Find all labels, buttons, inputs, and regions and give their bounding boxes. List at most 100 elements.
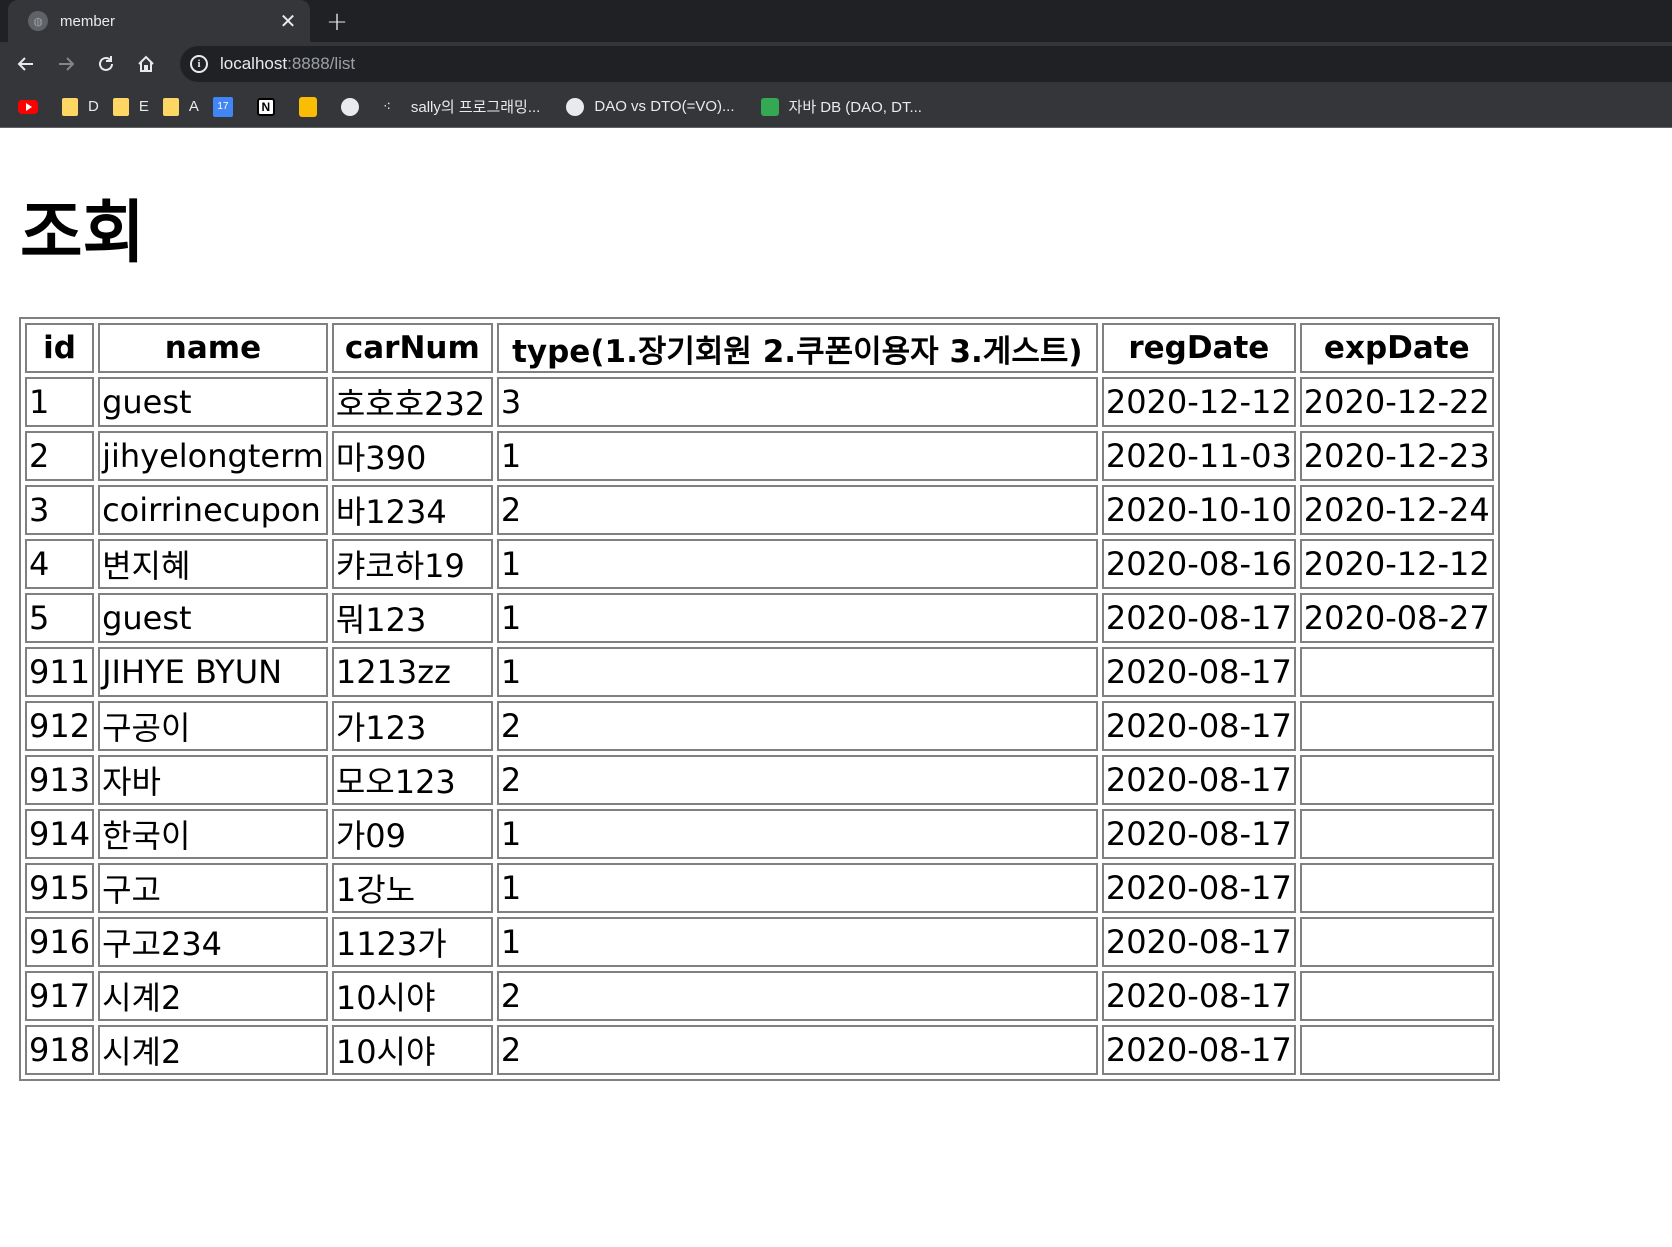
bookmark-label: E: [138, 98, 149, 115]
cell-id: 912: [25, 701, 95, 751]
notion-icon: N: [256, 97, 275, 116]
bookmark-label: DAO vs DTO(=VO)...: [594, 98, 735, 115]
bookmark-keep[interactable]: [298, 91, 327, 123]
bookmark-label: sally의 프로그래밍...: [410, 99, 541, 116]
bookmark-label: A: [188, 98, 199, 115]
cell-carnum: 가123: [331, 701, 493, 751]
table-row: 911 JIHYE BYUN 1213zz 1 2020-08-17: [25, 647, 1494, 697]
cell-id: 4: [25, 539, 95, 589]
cell-regdate: 2020-08-17: [1101, 1025, 1296, 1075]
cell-regdate: 2020-08-17: [1101, 917, 1296, 967]
bookmark-folder-d[interactable]: D: [62, 91, 99, 123]
table-row: 4 변지혜 캬코하19 1 2020-08-16 2020-12-12: [25, 539, 1494, 589]
cell-expdate: 2020-12-12: [1299, 539, 1494, 589]
cell-name: 구공이: [98, 701, 328, 751]
bookmark-dao-dto[interactable]: DAO vs DTO(=VO)...: [566, 91, 735, 123]
home-button[interactable]: [126, 44, 166, 84]
back-button[interactable]: [6, 44, 46, 84]
table-row: 917 시계2 10시야 2 2020-08-17: [25, 971, 1494, 1021]
tab-strip: ◍ member ✕ +: [0, 0, 1672, 42]
table-row: 913 자바 모오123 2 2020-08-17: [25, 755, 1494, 805]
cell-name: 변지혜: [98, 539, 328, 589]
cell-carnum: 마390: [331, 431, 493, 481]
cell-carnum: 1강노: [331, 863, 493, 913]
table-row: 914 한국이 가09 1 2020-08-17: [25, 809, 1494, 859]
cell-expdate: [1299, 755, 1494, 805]
close-icon[interactable]: ✕: [276, 9, 300, 33]
cell-id: 916: [25, 917, 95, 967]
tab-member[interactable]: ◍ member ✕: [8, 0, 310, 42]
address-bar[interactable]: i localhost:8888/list: [180, 46, 1672, 82]
bookmark-globe[interactable]: [340, 91, 369, 123]
cell-id: 911: [25, 647, 95, 697]
column-header-carnum: carNum: [331, 323, 493, 373]
cell-expdate: 2020-12-24: [1299, 485, 1494, 535]
toolbar: i localhost:8888/list: [0, 42, 1672, 86]
cell-regdate: 2020-08-16: [1101, 539, 1296, 589]
globe-icon: ◍: [28, 11, 48, 31]
forward-button[interactable]: [46, 44, 86, 84]
bookmark-notion[interactable]: N: [256, 91, 285, 123]
cell-expdate: 2020-12-23: [1299, 431, 1494, 481]
cell-type: 1: [496, 431, 1098, 481]
bookmark-youtube[interactable]: [18, 91, 48, 123]
folder-icon: [162, 97, 179, 116]
bookmark-java-db[interactable]: 자바 DB (DAO, DT...: [760, 91, 922, 123]
cell-type: 1: [496, 647, 1098, 697]
globe-icon: [340, 97, 359, 116]
chat-icon: [760, 97, 779, 116]
bookmark-label: D: [88, 98, 99, 115]
table-body: 1 guest 호호호232 3 2020-12-12 2020-12-22 2…: [25, 377, 1494, 1075]
url-host: localhost: [220, 54, 288, 73]
cell-type: 3: [496, 377, 1098, 427]
cell-expdate: [1299, 917, 1494, 967]
cell-carnum: 뭐123: [331, 593, 493, 643]
bookmark-calendar[interactable]: 17: [212, 91, 243, 123]
column-header-name: name: [98, 323, 328, 373]
bookmark-sally[interactable]: ⁖ sally의 프로그래밍...: [383, 91, 540, 123]
cell-id: 913: [25, 755, 95, 805]
bookmark-folder-e[interactable]: E: [112, 91, 149, 123]
cell-id: 1: [25, 377, 95, 427]
cell-type: 2: [496, 971, 1098, 1021]
folder-icon: [62, 97, 78, 116]
table-row: 915 구고 1강노 1 2020-08-17: [25, 863, 1494, 913]
cell-name: guest: [98, 593, 328, 643]
keep-icon: [298, 96, 317, 117]
info-icon[interactable]: i: [190, 55, 208, 73]
cell-type: 1: [496, 593, 1098, 643]
cell-carnum: 1213zz: [331, 647, 493, 697]
cell-id: 915: [25, 863, 95, 913]
page-content: 조회 id name carNum type(1.장기회원 2.쿠폰이용자 3.…: [0, 129, 1672, 1247]
cell-id: 5: [25, 593, 95, 643]
cell-type: 1: [496, 539, 1098, 589]
cell-name: guest: [98, 377, 328, 427]
url-text: localhost:8888/list: [220, 54, 355, 74]
cell-type: 1: [496, 809, 1098, 859]
cell-regdate: 2020-08-17: [1101, 647, 1296, 697]
dots-icon: ⁖: [382, 97, 391, 114]
cell-regdate: 2020-12-12: [1101, 377, 1296, 427]
column-header-id: id: [25, 323, 95, 373]
bookmarks-bar: D E A 17 N ⁖ sally의 프로그래밍... DAO vs DTO(…: [0, 86, 1672, 128]
cell-id: 917: [25, 971, 95, 1021]
cell-id: 914: [25, 809, 95, 859]
table-row: 918 시계2 10시야 2 2020-08-17: [25, 1025, 1494, 1075]
cell-expdate: [1299, 971, 1494, 1021]
cell-id: 3: [25, 485, 95, 535]
table-row: 5 guest 뭐123 1 2020-08-17 2020-08-27: [25, 593, 1494, 643]
cell-type: 2: [496, 701, 1098, 751]
bookmark-label: 자바 DB (DAO, DT...: [788, 99, 922, 116]
cell-type: 2: [496, 1025, 1098, 1075]
page-title: 조회: [20, 194, 146, 273]
new-tab-button[interactable]: +: [322, 7, 352, 37]
cell-regdate: 2020-08-17: [1101, 863, 1296, 913]
cell-carnum: 바1234: [331, 485, 493, 535]
cell-name: 자바: [98, 755, 328, 805]
cell-type: 1: [496, 917, 1098, 967]
cell-expdate: [1299, 1025, 1494, 1075]
cell-regdate: 2020-08-17: [1101, 809, 1296, 859]
reload-button[interactable]: [86, 44, 126, 84]
cell-id: 918: [25, 1025, 95, 1075]
bookmark-folder-a[interactable]: A: [162, 91, 199, 123]
